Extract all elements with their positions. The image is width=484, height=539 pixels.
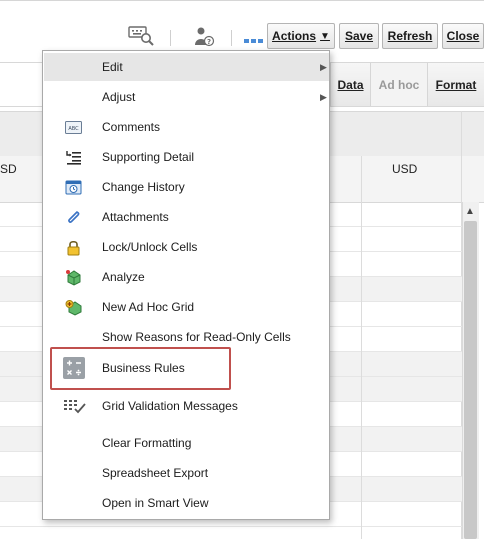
- menu-item-label: Show Reasons for Read-Only Cells: [102, 330, 291, 344]
- new-adhoc-grid-icon: [65, 299, 82, 316]
- menu-item-clear-formatting[interactable]: Clear Formatting: [44, 429, 329, 457]
- menu-item-comments[interactable]: ABC Comments: [44, 113, 329, 141]
- menu-item-supporting-detail[interactable]: Supporting Detail: [44, 143, 329, 171]
- column-header-left: SD: [0, 162, 17, 176]
- supporting-detail-icon: [65, 149, 82, 166]
- scrollbar-thumb[interactable]: [464, 221, 477, 539]
- menu-item-spreadsheet-export[interactable]: Spreadsheet Export: [44, 459, 329, 487]
- refresh-button-label: Refresh: [387, 29, 433, 43]
- actions-button-label: Actions: [272, 29, 317, 43]
- menu-item-label: Lock/Unlock Cells: [102, 240, 198, 254]
- menu-item-new-ad-hoc-grid[interactable]: New Ad Hoc Grid: [44, 293, 329, 321]
- menu-item-label: Comments: [102, 120, 161, 134]
- menu-item-open-in-smart-view[interactable]: Open in Smart View: [44, 489, 329, 517]
- actions-button[interactable]: Actions ▼: [267, 23, 335, 49]
- svg-text:ABC: ABC: [68, 126, 79, 132]
- grid-column-divider: [361, 202, 362, 539]
- dotted-line-icon[interactable]: [244, 33, 264, 43]
- close-button[interactable]: Close: [442, 23, 484, 49]
- menu-item-label: Spreadsheet Export: [102, 466, 209, 480]
- tab-ad-hoc-label: Ad hoc: [378, 77, 420, 92]
- tab-format[interactable]: Format: [427, 63, 484, 106]
- menu-item-label: New Ad Hoc Grid: [102, 300, 195, 314]
- tab-data[interactable]: Data: [330, 63, 370, 106]
- paperclip-icon: [65, 209, 82, 226]
- close-button-label: Close: [446, 29, 480, 43]
- menu-item-label: Attachments: [102, 210, 169, 224]
- change-history-icon: [65, 179, 82, 196]
- menu-item-label: Analyze: [102, 270, 145, 284]
- menu-item-attachments[interactable]: Attachments: [44, 203, 329, 231]
- save-button-label: Save: [344, 29, 374, 43]
- toolbar-separator: [170, 30, 171, 46]
- menu-item-label: Open in Smart View: [102, 496, 209, 510]
- submenu-arrow-icon: ▶: [320, 91, 327, 102]
- column-header-usd: USD: [392, 162, 418, 176]
- tab-format-label: Format: [435, 77, 477, 92]
- business-rules-highlight-outline: [50, 347, 231, 390]
- menu-item-label: Clear Formatting: [102, 436, 192, 450]
- menu-item-analyze[interactable]: Analyze: [44, 263, 329, 291]
- menu-item-adjust[interactable]: Adjust ▶: [44, 83, 329, 111]
- refresh-button[interactable]: Refresh: [382, 23, 438, 49]
- keyboard-search-icon[interactable]: [128, 24, 156, 48]
- top-border: [0, 0, 484, 1]
- menu-item-change-history[interactable]: Change History: [44, 173, 329, 201]
- actions-menu: Edit ▶ Adjust ▶ ABC Comments Supporting …: [42, 50, 330, 520]
- comments-icon: ABC: [65, 119, 82, 136]
- save-button[interactable]: Save: [339, 23, 379, 49]
- chevron-down-icon: ▼: [320, 30, 330, 42]
- tab-ad-hoc: Ad hoc: [370, 63, 427, 106]
- menu-item-edit[interactable]: Edit ▶: [44, 53, 329, 81]
- menu-item-label: Supporting Detail: [102, 150, 195, 164]
- tab-data-label: Data: [337, 77, 364, 92]
- grid-validation-icon: [63, 398, 87, 415]
- menu-item-grid-validation-messages[interactable]: Grid Validation Messages: [44, 392, 329, 420]
- menu-item-label: Grid Validation Messages: [102, 399, 238, 413]
- submenu-arrow-icon: ▶: [320, 61, 327, 72]
- scroll-up-icon[interactable]: ▲: [462, 204, 478, 220]
- lock-icon: [65, 239, 82, 256]
- menu-item-label: Adjust: [102, 90, 136, 104]
- user-question-icon[interactable]: ?: [193, 26, 215, 48]
- menu-item-lock-unlock-cells[interactable]: Lock/Unlock Cells: [44, 233, 329, 261]
- menu-item-label: Edit: [102, 60, 123, 74]
- svg-text:?: ?: [207, 38, 211, 46]
- analyze-icon: [65, 269, 82, 286]
- menu-item-label: Change History: [102, 180, 185, 194]
- toolbar-separator: [231, 30, 232, 46]
